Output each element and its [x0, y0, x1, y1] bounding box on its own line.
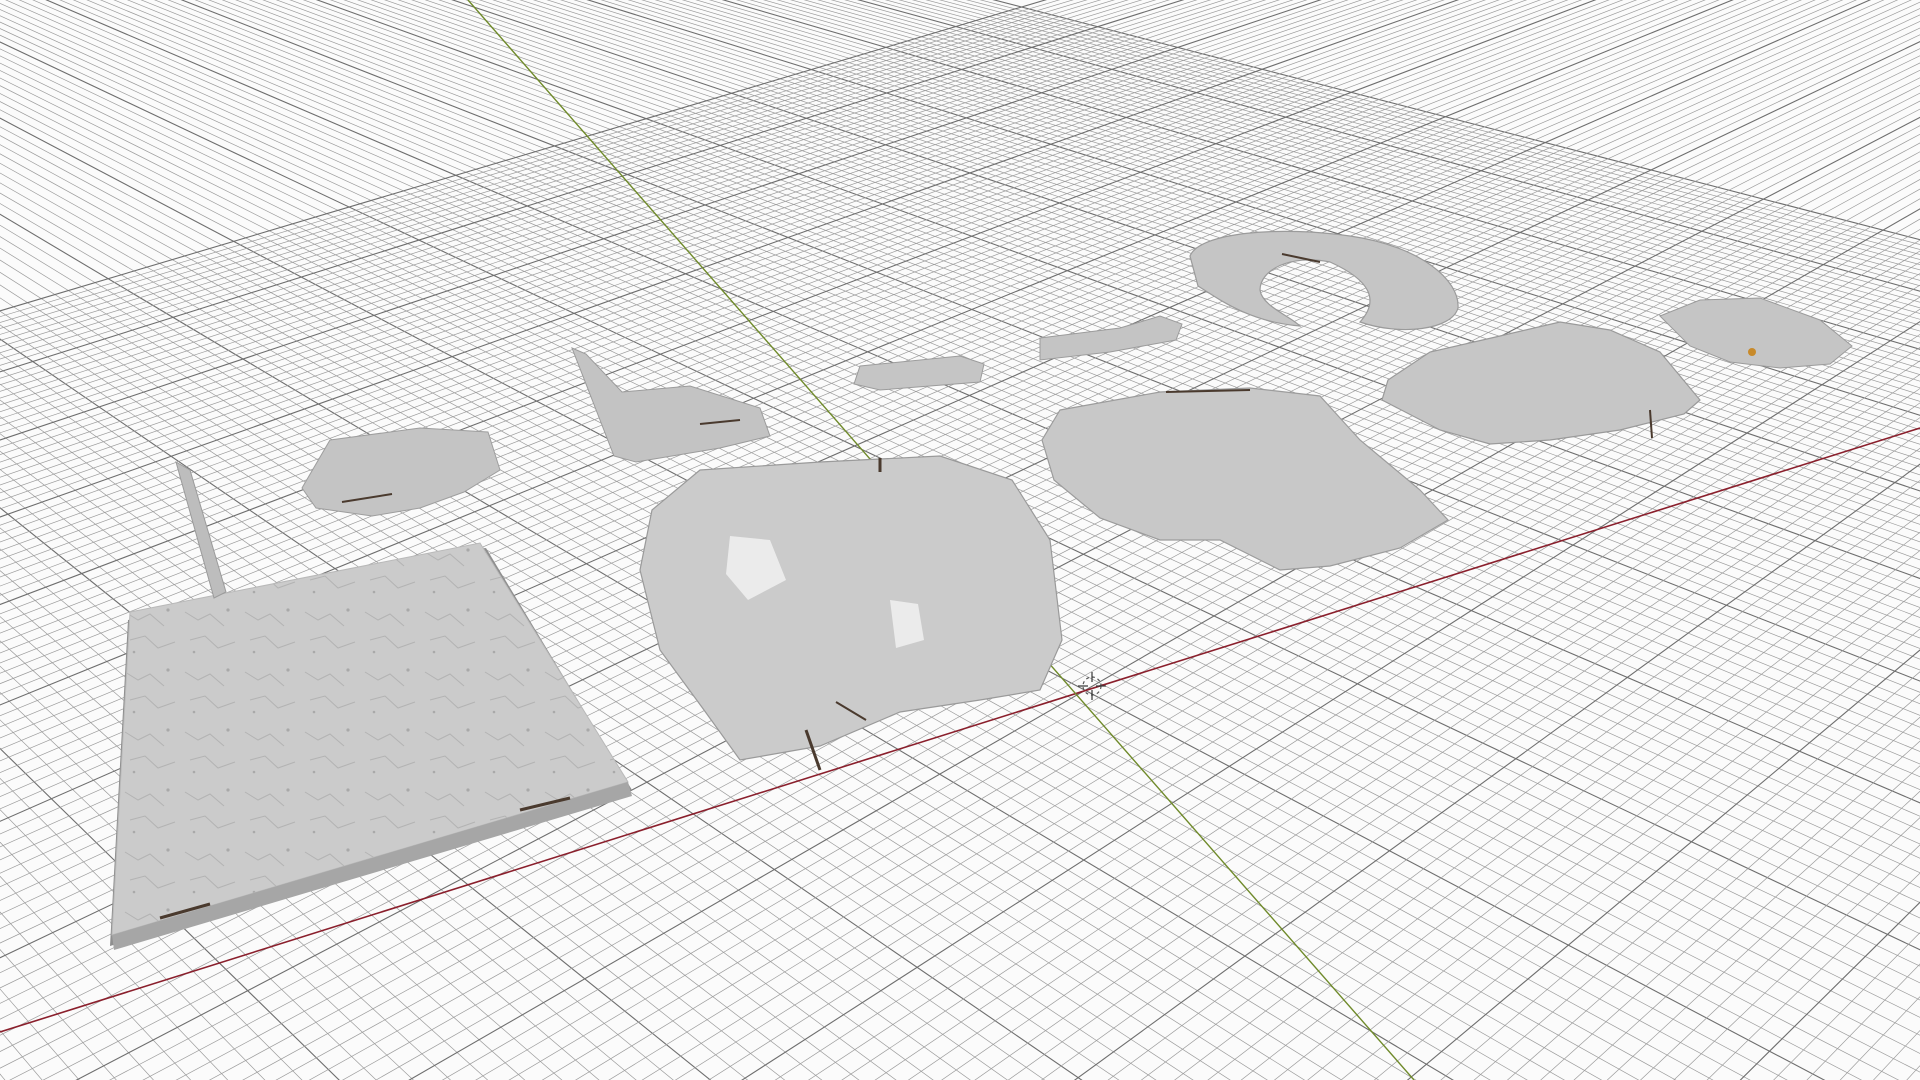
grid-line: [1440, 671, 1920, 1080]
slab-far-right-small[interactable]: [1659, 297, 1853, 369]
grid-line: [0, 988, 80, 1080]
grid-line: [275, 169, 1920, 1080]
slab-large-broken[interactable]: [639, 455, 1063, 771]
grid-line: [0, 1029, 43, 1080]
grid-line: [1007, 432, 1920, 1080]
grid-line: [1806, 963, 1920, 1080]
grid-line: [375, 198, 1920, 1080]
slab-small-rubble[interactable]: [301, 427, 501, 517]
grid-line: [0, 616, 526, 1080]
slab-large-square[interactable]: [110, 542, 632, 950]
beam-fragment-long[interactable]: [1039, 315, 1183, 361]
wall-corner-fragment[interactable]: [571, 347, 771, 463]
grid-line: [1573, 765, 1920, 1080]
grid-line: [342, 188, 1920, 1080]
grid-line: [1906, 1065, 1920, 1080]
grid-line: [1640, 817, 1920, 1080]
3d-viewport[interactable]: [0, 0, 1920, 1080]
beam-fragment-small[interactable]: [853, 355, 985, 391]
grid-line: [1041, 447, 1920, 1080]
grid-line: [0, 548, 637, 1080]
grid-line: [1406, 649, 1920, 1080]
viewport-canvas[interactable]: [0, 0, 1920, 1080]
slab-center-broken[interactable]: [1041, 387, 1449, 571]
wall-fragment-left[interactable]: [175, 460, 227, 599]
grid-line: [1873, 1029, 1920, 1080]
